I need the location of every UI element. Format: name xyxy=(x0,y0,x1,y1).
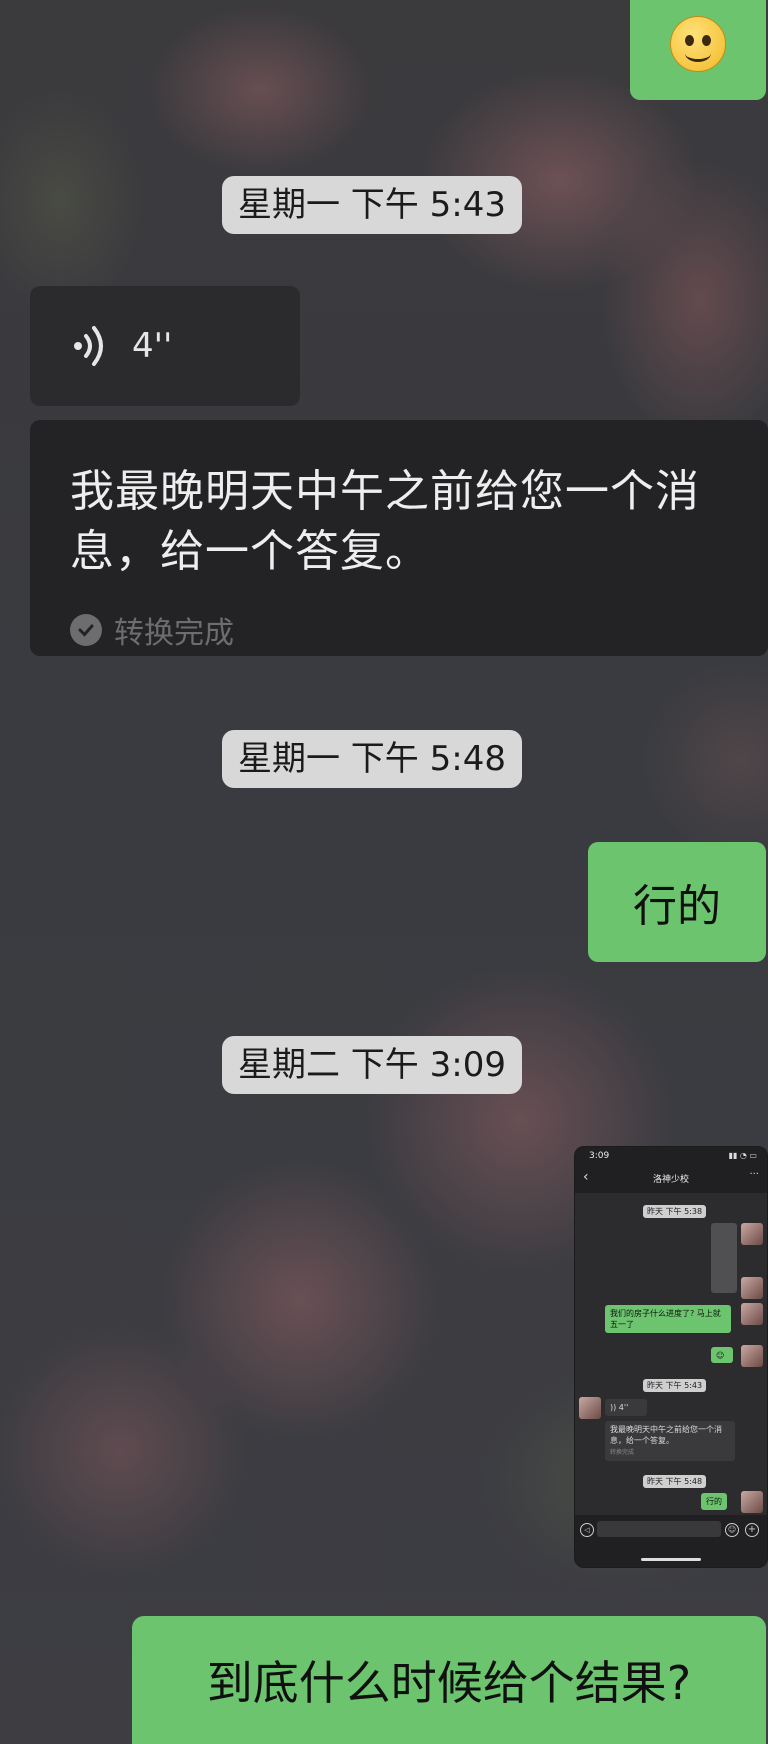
timestamp: 星期一 下午 5:43 xyxy=(222,176,522,234)
thumb-voice-toggle-icon: ◁ xyxy=(580,1523,594,1537)
thumb-text-input xyxy=(597,1521,721,1537)
message-text: 行的 xyxy=(633,881,721,932)
smiley-emoji-icon xyxy=(670,16,726,72)
thumb-voice-duration: 4'' xyxy=(618,1403,629,1412)
thumb-voice-bubble: )) 4'' xyxy=(605,1399,647,1416)
thumb-transcript: 我最晚明天中午之前给您一个消息，给一个答复。 转换完成 xyxy=(605,1421,735,1461)
thumb-timestamp: 昨天 下午 5:43 xyxy=(643,1379,707,1392)
thumb-time: 3:09 xyxy=(589,1151,610,1161)
sent-image-thumbnail[interactable]: 3:09 ▮▮ ◔ ▭ ‹ 洛神少校 ··· 昨天 下午 5:38 我们的房子什… xyxy=(574,1146,768,1568)
thumb-status-icons: ▮▮ ◔ ▭ xyxy=(728,1151,757,1160)
timestamp: 星期一 下午 5:48 xyxy=(222,730,522,788)
thumb-avatar xyxy=(579,1397,601,1419)
thumb-voice-icon: )) xyxy=(610,1403,619,1412)
thumb-title: 洛神少校 xyxy=(652,1175,689,1185)
thumb-home-indicator xyxy=(641,1558,701,1561)
transcript-status: 转换完成 xyxy=(70,608,738,652)
thumb-avatar xyxy=(741,1223,763,1245)
thumb-transcript-status: 转换完成 xyxy=(610,1449,635,1456)
timestamp: 星期二 下午 3:09 xyxy=(222,1036,522,1094)
thumb-image-bubble xyxy=(711,1223,737,1293)
transcript-status-label: 转换完成 xyxy=(114,616,234,651)
thumb-more-icon: ··· xyxy=(749,1169,759,1180)
thumb-timestamp: 昨天 下午 5:48 xyxy=(643,1475,707,1488)
voice-transcript-card[interactable]: 我最晚明天中午之前给您一个消息，给一个答复。 转换完成 xyxy=(30,420,768,656)
check-icon xyxy=(70,614,102,646)
thumb-reply-bubble: 行的 xyxy=(701,1493,727,1510)
thumb-emoji-icon: ☺ xyxy=(725,1523,739,1537)
thumb-avatar xyxy=(741,1491,763,1513)
thumb-avatar xyxy=(741,1277,763,1299)
sent-emoji-bubble[interactable] xyxy=(630,0,766,100)
thumb-avatar xyxy=(741,1345,763,1367)
thumb-plus-icon: + xyxy=(745,1523,759,1537)
voice-wave-icon xyxy=(74,326,103,366)
voice-duration: 4'' xyxy=(132,326,173,366)
thumb-emoji-bubble: ☺ xyxy=(711,1347,733,1363)
thumb-transcript-text: 我最晚明天中午之前给您一个消息，给一个答复。 xyxy=(610,1425,722,1445)
voice-message-bubble[interactable]: 4'' xyxy=(30,286,300,406)
sent-message-bubble[interactable]: 行的 xyxy=(588,842,766,962)
thumb-header: 3:09 ▮▮ ◔ ▭ ‹ 洛神少校 ··· xyxy=(575,1147,767,1193)
sent-message-bubble[interactable]: 到底什么时候给个结果? xyxy=(132,1616,766,1744)
thumb-timestamp: 昨天 下午 5:38 xyxy=(643,1205,707,1218)
thumb-avatar xyxy=(741,1303,763,1325)
message-text: 到底什么时候给个结果? xyxy=(206,1656,692,1710)
transcript-text: 我最晚明天中午之前给您一个消息，给一个答复。 xyxy=(70,466,700,577)
thumb-sent-bubble: 我们的房子什么进度了? 马上就五一了 xyxy=(605,1305,731,1333)
thumb-input-bar: ◁ ☺ + xyxy=(575,1515,767,1567)
